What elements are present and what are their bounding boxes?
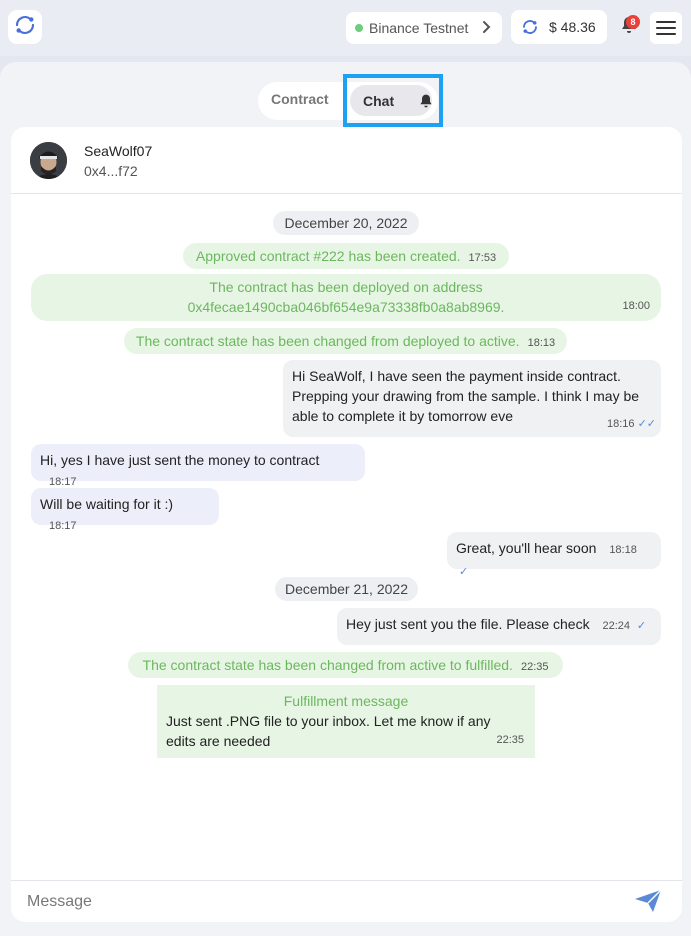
incoming-message[interactable]: Hi, yes I have just sent the money to co… — [31, 444, 365, 488]
message-text: Great, you'll hear soon — [456, 540, 597, 556]
incoming-message[interactable]: Will be waiting for it :) 18:17 — [31, 488, 219, 532]
focus-highlight — [343, 74, 443, 127]
check-icon: ✓ — [459, 566, 469, 578]
outgoing-message[interactable]: Hey just sent you the file. Please check… — [337, 608, 661, 645]
fulfillment-title: Fulfillment message — [283, 693, 409, 709]
message-time: 18:17 — [49, 520, 77, 532]
fulfillment-message[interactable]: Fulfillment message Just sent .PNG file … — [157, 685, 535, 758]
system-message-text: Approved contract #222 has been created. — [195, 248, 461, 264]
outgoing-message[interactable]: Hi SeaWolf, I have seen the payment insi… — [283, 360, 661, 437]
balance-button[interactable]: $ 48.36 — [511, 10, 607, 44]
double-check-icon: ✓✓ — [637, 418, 657, 430]
message-time: 22:35 — [496, 734, 524, 746]
message-time: 22:24 — [602, 620, 630, 632]
send-icon — [634, 888, 662, 918]
message-time: 22:35 — [520, 661, 549, 673]
date-separator: December 20, 2022 — [273, 211, 419, 235]
tab-contract[interactable]: Contract — [271, 91, 329, 107]
system-message-text: The contract state has been changed from… — [142, 657, 513, 673]
message-time-row: 18:16 ✓✓ — [607, 417, 656, 430]
message-time: 17:53 — [468, 252, 497, 264]
fulfillment-body: Just sent .PNG file to your inbox. Let m… — [166, 711, 506, 751]
logo-icon — [13, 13, 37, 42]
app-logo[interactable] — [8, 10, 42, 44]
system-message: The contract state has been changed from… — [124, 328, 567, 354]
peer-name: SeaWolf07 — [84, 143, 153, 159]
network-status-dot — [355, 24, 363, 32]
message-time: 18:18 — [609, 544, 637, 556]
peer-address: 0x4...f72 — [84, 163, 138, 179]
menu-icon-bar — [656, 33, 676, 35]
message-text: Just sent .PNG file to your inbox. Let m… — [166, 713, 491, 729]
menu-icon-bar — [656, 21, 676, 23]
check-icon: ✓ — [636, 620, 647, 632]
system-message: The contract state has been changed from… — [128, 652, 563, 678]
network-label: Binance Testnet — [369, 20, 469, 36]
message-text: Hi SeaWolf, I have seen the payment insi… — [292, 368, 621, 384]
send-button[interactable] — [632, 888, 664, 918]
message-text: Hi, yes I have just sent the money to co… — [40, 452, 320, 468]
notification-badge: 8 — [626, 15, 640, 29]
message-text: edits are needed — [166, 733, 271, 749]
menu-icon-bar — [656, 27, 676, 29]
chat-header — [11, 127, 682, 194]
avatar[interactable] — [30, 142, 67, 179]
message-text: able to complete it by tomorrow eve — [292, 408, 513, 424]
system-message-text: The contract has been deployed on addres… — [209, 279, 483, 295]
system-message-text: 0x4fecae1490cba046bf654e9a73338fb0a8ab89… — [187, 299, 505, 315]
chevron-right-icon — [482, 20, 492, 37]
outgoing-message[interactable]: Great, you'll hear soon 18:18 ✓ — [447, 532, 661, 578]
menu-button[interactable] — [650, 12, 682, 44]
system-message-text: The contract state has been changed from… — [135, 333, 520, 349]
message-time: 18:17 — [49, 476, 77, 488]
message-text: Will be waiting for it :) — [40, 496, 174, 512]
message-text: Hey just sent you the file. Please check — [346, 616, 590, 632]
message-time: 18:13 — [527, 337, 556, 349]
message-text: Prepping your drawing from the sample. I… — [292, 388, 640, 404]
network-selector[interactable]: Binance Testnet — [346, 12, 502, 44]
system-message: Approved contract #222 has been created.… — [183, 243, 509, 269]
token-icon — [521, 18, 539, 36]
system-message: The contract has been deployed on addres… — [31, 274, 661, 321]
message-input[interactable] — [27, 890, 617, 914]
date-separator: December 21, 2022 — [275, 577, 418, 601]
message-time: 18:00 — [622, 300, 650, 312]
balance-amount: $ 48.36 — [549, 19, 596, 35]
message-time: 18:16 — [607, 418, 635, 430]
